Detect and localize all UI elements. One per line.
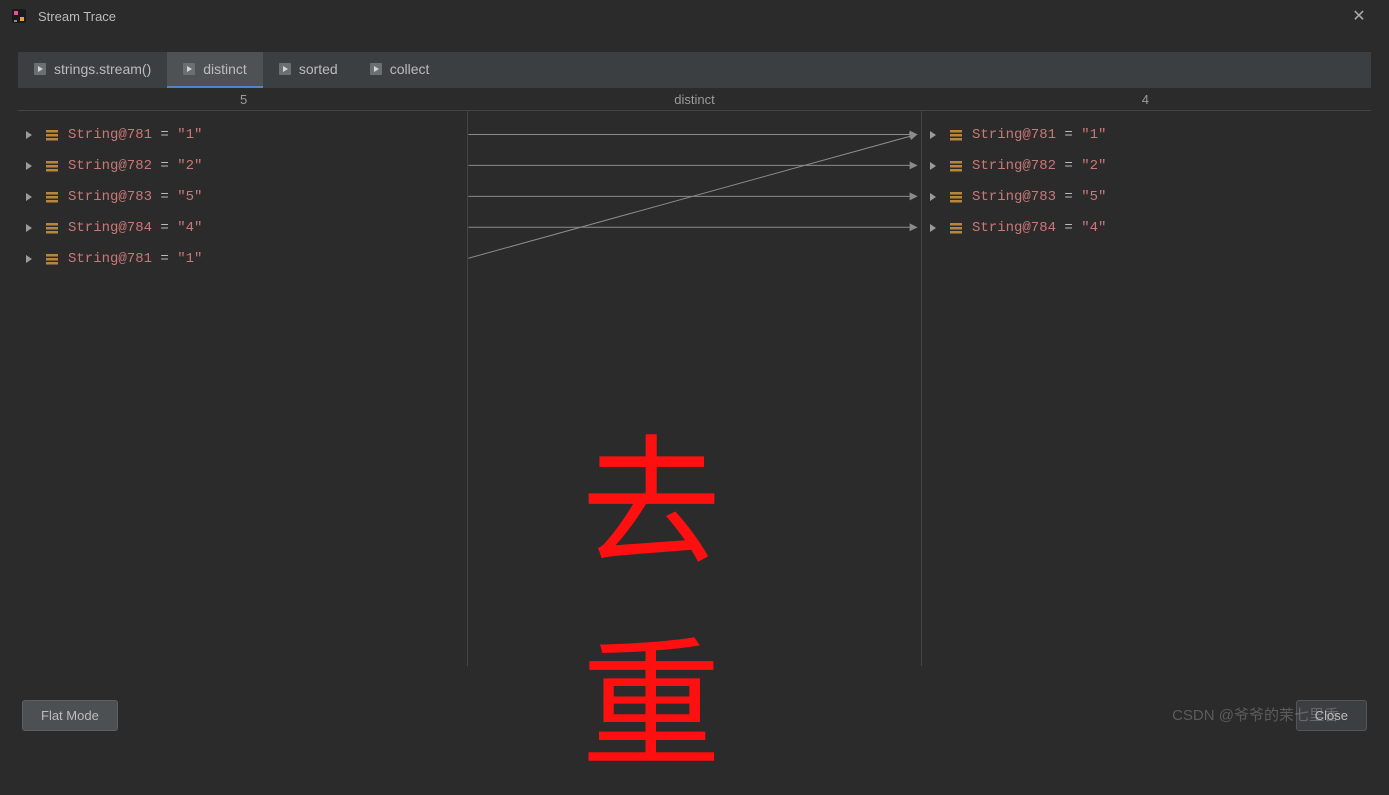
object-name: String@782 xyxy=(972,158,1056,174)
equals: = xyxy=(152,189,177,205)
output-panel: String@781 = "1"String@782 = "2"String@7… xyxy=(921,111,1371,666)
close-button[interactable]: Close xyxy=(1296,700,1367,731)
expand-icon[interactable] xyxy=(22,190,36,204)
expand-icon[interactable] xyxy=(22,221,36,235)
object-icon xyxy=(44,251,60,267)
output-count: 4 xyxy=(1142,92,1149,107)
object-icon xyxy=(44,220,60,236)
dialog-footer: Flat Mode Close xyxy=(22,700,1367,731)
tab-label: strings.stream() xyxy=(54,61,151,77)
tab-distinct[interactable]: distinct xyxy=(167,52,263,88)
object-icon xyxy=(44,127,60,143)
list-item[interactable]: String@781 = "1" xyxy=(18,243,467,274)
input-count: 5 xyxy=(240,92,247,107)
flat-mode-button[interactable]: Flat Mode xyxy=(22,700,118,731)
object-name: String@782 xyxy=(68,158,152,174)
trace-panels: String@781 = "1"String@782 = "2"String@7… xyxy=(18,110,1371,666)
play-icon xyxy=(279,63,291,75)
list-item[interactable]: String@782 = "2" xyxy=(922,150,1371,181)
connector-lines xyxy=(468,111,921,666)
tab-collect[interactable]: collect xyxy=(354,52,446,88)
object-text: String@784 = "4" xyxy=(972,220,1106,236)
equals: = xyxy=(1056,189,1081,205)
object-text: String@782 = "2" xyxy=(972,158,1106,174)
object-text: String@781 = "1" xyxy=(68,127,202,143)
object-text: String@783 = "5" xyxy=(972,189,1106,205)
tabs-bar: strings.stream() distinct sorted collect xyxy=(18,52,1371,88)
object-name: String@781 xyxy=(68,251,152,267)
tab-stream[interactable]: strings.stream() xyxy=(18,52,167,88)
object-name: String@781 xyxy=(68,127,152,143)
object-text: String@782 = "2" xyxy=(68,158,202,174)
header-row: 5 distinct 4 xyxy=(18,88,1371,110)
object-icon xyxy=(948,158,964,174)
object-icon xyxy=(44,189,60,205)
object-value: "1" xyxy=(177,251,202,267)
expand-icon[interactable] xyxy=(22,252,36,266)
list-item[interactable]: String@784 = "4" xyxy=(18,212,467,243)
object-text: String@781 = "1" xyxy=(972,127,1106,143)
tab-label: distinct xyxy=(203,61,247,77)
expand-icon[interactable] xyxy=(926,159,940,173)
play-icon xyxy=(183,63,195,75)
operation-name: distinct xyxy=(674,92,714,107)
object-text: String@784 = "4" xyxy=(68,220,202,236)
connector-panel: 去重 xyxy=(468,111,921,666)
expand-icon[interactable] xyxy=(22,128,36,142)
object-name: String@783 xyxy=(972,189,1056,205)
expand-icon[interactable] xyxy=(926,221,940,235)
equals: = xyxy=(152,158,177,174)
equals: = xyxy=(1056,158,1081,174)
tab-label: sorted xyxy=(299,61,338,77)
object-value: "5" xyxy=(1081,189,1106,205)
window-title: Stream Trace xyxy=(38,9,1339,24)
object-value: "2" xyxy=(177,158,202,174)
list-item[interactable]: String@781 = "1" xyxy=(18,119,467,150)
object-name: String@783 xyxy=(68,189,152,205)
tab-label: collect xyxy=(390,61,430,77)
expand-icon[interactable] xyxy=(926,190,940,204)
object-icon xyxy=(44,158,60,174)
app-icon xyxy=(10,7,28,25)
list-item[interactable]: String@781 = "1" xyxy=(922,119,1371,150)
object-value: "2" xyxy=(1081,158,1106,174)
expand-icon[interactable] xyxy=(926,128,940,142)
object-name: String@784 xyxy=(68,220,152,236)
list-item[interactable]: String@783 = "5" xyxy=(18,181,467,212)
list-item[interactable]: String@784 = "4" xyxy=(922,212,1371,243)
tab-sorted[interactable]: sorted xyxy=(263,52,354,88)
object-value: "4" xyxy=(1081,220,1106,236)
object-icon xyxy=(948,189,964,205)
object-name: String@781 xyxy=(972,127,1056,143)
object-value: "1" xyxy=(1081,127,1106,143)
equals: = xyxy=(152,220,177,236)
equals: = xyxy=(1056,127,1081,143)
play-icon xyxy=(370,63,382,75)
equals: = xyxy=(1056,220,1081,236)
list-item[interactable]: String@782 = "2" xyxy=(18,150,467,181)
object-value: "1" xyxy=(177,127,202,143)
object-value: "5" xyxy=(177,189,202,205)
play-icon xyxy=(34,63,46,75)
list-item[interactable]: String@783 = "5" xyxy=(922,181,1371,212)
object-name: String@784 xyxy=(972,220,1056,236)
equals: = xyxy=(152,251,177,267)
expand-icon[interactable] xyxy=(22,159,36,173)
object-text: String@783 = "5" xyxy=(68,189,202,205)
close-icon[interactable]: ✕ xyxy=(1339,6,1379,26)
equals: = xyxy=(152,127,177,143)
object-value: "4" xyxy=(177,220,202,236)
title-bar: Stream Trace ✕ xyxy=(0,0,1389,32)
object-icon xyxy=(948,220,964,236)
object-icon xyxy=(948,127,964,143)
object-text: String@781 = "1" xyxy=(68,251,202,267)
input-panel: String@781 = "1"String@782 = "2"String@7… xyxy=(18,111,468,666)
